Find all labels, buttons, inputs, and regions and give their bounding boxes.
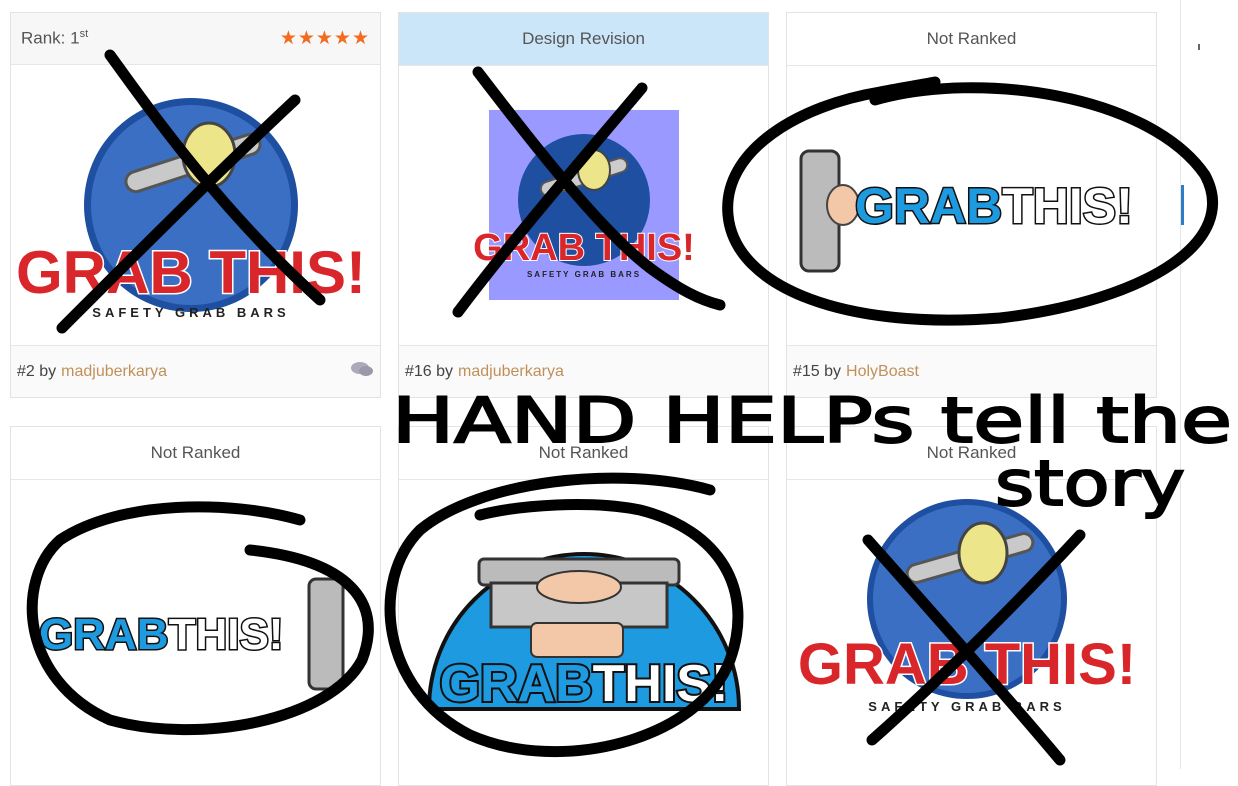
rank-label: Rank: 1st [21,28,89,48]
design-thumbnail[interactable]: GRAB THIS! SAFETY GRAB BARS [399,65,768,345]
design-card-3[interactable]: Not Ranked GRABTHIS! #15 by HolyBoast [786,12,1157,398]
rank-header: Not Ranked [787,13,1156,66]
card-footer: #2 by madjuberkarya [11,345,380,397]
author-link[interactable]: madjuberkarya [458,363,564,381]
entry-number: #2 by [17,362,57,380]
svg-text:GRAB THIS!: GRAB THIS! [798,632,1136,697]
rank-header: Not Ranked [11,427,380,480]
page-divider [1180,0,1181,769]
design-thumbnail[interactable]: GRAB THIS! SAFETY GRAB BARS [787,479,1156,785]
svg-text:SAFETY GRAB BARS: SAFETY GRAB BARS [92,305,289,320]
wordmark-logo-image: GRABTHIS! [799,149,1134,273]
card-footer: #16 by madjuberkarya [399,345,768,397]
rank-header: Not Ranked [787,427,1156,480]
author-link[interactable]: HolyBoast [846,363,919,381]
revision-header: Design Revision [399,13,768,66]
svg-text:GRAB THIS!: GRAB THIS! [473,227,695,269]
dome-logo-image: GRABTHIS! [426,552,742,715]
star-rating[interactable]: ★★★★★ [280,27,370,50]
rank-header: Rank: 1st ★★★★★ [11,13,380,65]
entry-number: #16 by [405,362,454,380]
svg-text:GRAB THIS!: GRAB THIS! [16,239,366,306]
design-thumbnail[interactable]: GRABTHIS! [399,479,768,785]
design-thumbnail[interactable]: GRAB THIS! SAFETY GRAB BARS [11,65,380,345]
design-card-5[interactable]: Not Ranked GRABTHIS! [398,426,769,786]
round-logo-image: GRAB THIS! SAFETY GRAB BARS [15,98,367,320]
comment-icon[interactable] [350,360,374,383]
round-logo-image-small: GRAB THIS! SAFETY GRAB BARS [472,110,696,300]
design-thumbnail[interactable]: GRABTHIS! [787,65,1156,345]
design-card-2[interactable]: Design Revision GRAB THIS! SAFETY GRAB B… [398,12,769,398]
scroll-edge-indicator [1181,185,1184,225]
rank-header: Not Ranked [399,427,768,480]
author-link[interactable]: madjuberkarya [61,363,167,381]
design-thumbnail[interactable]: GRABTHIS! [11,479,380,785]
svg-text:SAFETY GRAB BARS: SAFETY GRAB BARS [527,270,641,279]
design-card-4[interactable]: Not Ranked GRABTHIS! [10,426,381,786]
wordmark-logo-image: GRABTHIS! [38,577,345,691]
svg-text:GRABTHIS!: GRABTHIS! [39,610,283,659]
design-card-1[interactable]: Rank: 1st ★★★★★ GRAB THIS! SAFETY GRAB B… [10,12,381,398]
card-footer: #15 by HolyBoast [787,345,1156,397]
dot-marker [1198,44,1200,50]
design-card-6[interactable]: Not Ranked GRAB THIS! SAFETY GRAB BARS [786,426,1157,786]
svg-text:GRABTHIS!: GRABTHIS! [855,178,1133,234]
round-logo-image: GRAB THIS! SAFETY GRAB BARS [796,499,1138,714]
svg-text:SAFETY GRAB BARS: SAFETY GRAB BARS [868,699,1065,714]
svg-text:GRABTHIS!: GRABTHIS! [440,655,729,713]
entry-number: #15 by [793,362,842,380]
